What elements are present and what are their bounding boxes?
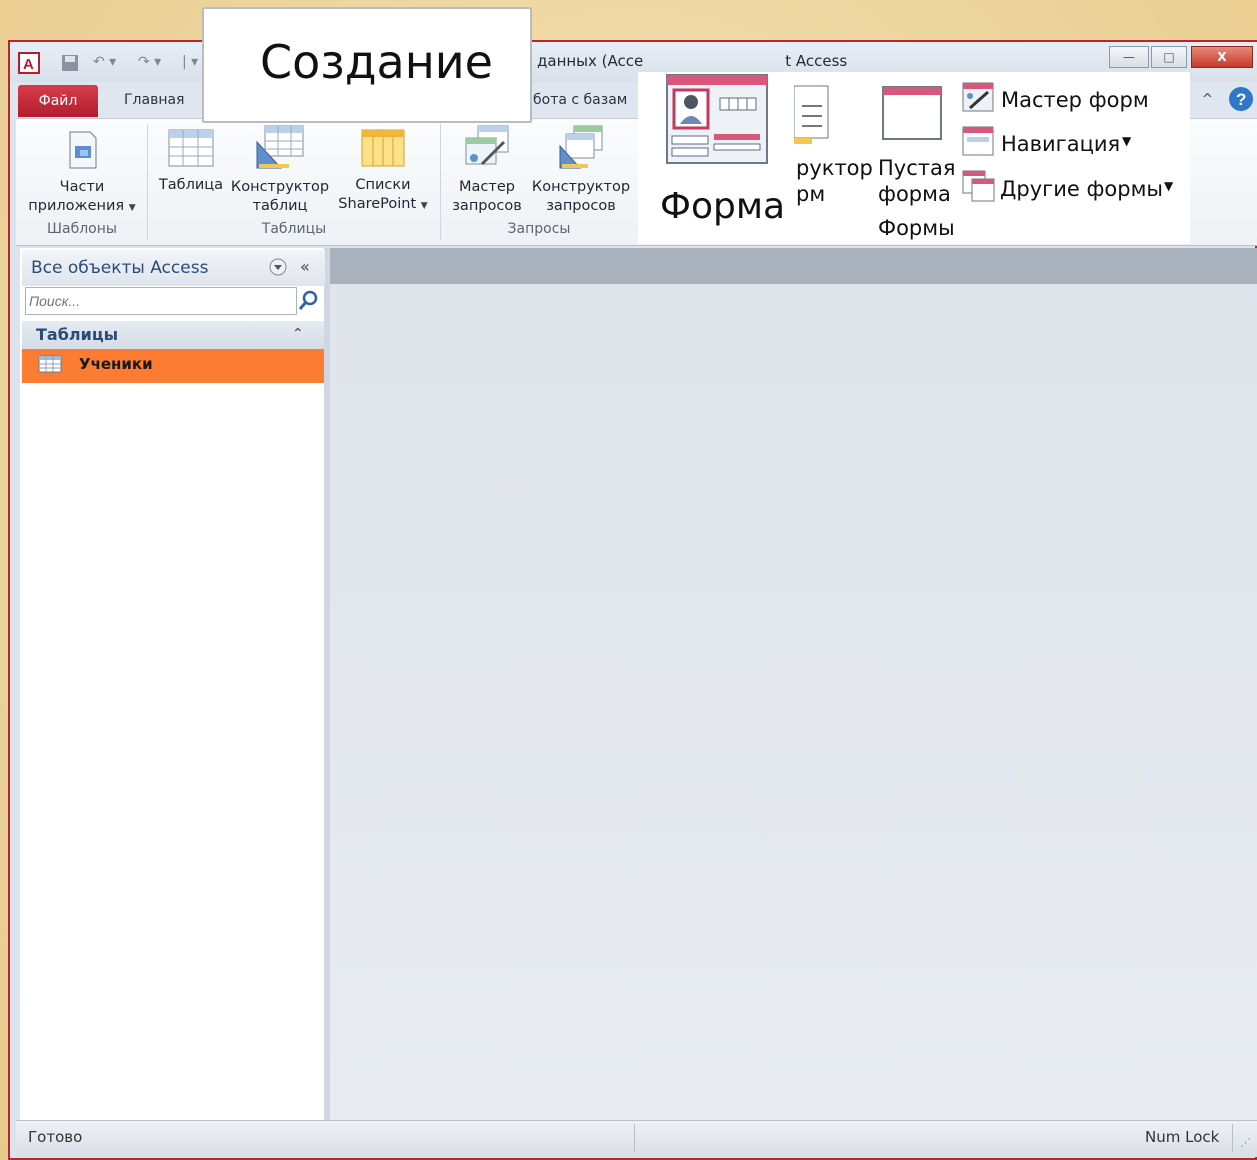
- search-icon[interactable]: [297, 289, 321, 313]
- form-design-label-2: рм: [796, 182, 826, 206]
- query-wizard-button[interactable]: Мастер запросов: [446, 124, 528, 216]
- group-label-queries: Запросы: [507, 221, 571, 237]
- table-icon: [168, 129, 214, 167]
- group-separator: [440, 124, 441, 240]
- table-icon: [38, 355, 62, 373]
- group-label-forms: Формы: [878, 216, 955, 240]
- restore-button[interactable]: □: [1151, 46, 1187, 68]
- dropdown-arrow-icon: ▼: [1164, 179, 1174, 193]
- more-forms-label: Другие формы: [1000, 177, 1163, 201]
- query-design-button[interactable]: Конструктор запросов: [530, 124, 632, 216]
- num-lock-indicator: Num Lock: [1145, 1128, 1220, 1146]
- dropdown-arrow-icon: ▼: [128, 203, 136, 213]
- status-bar: [16, 1120, 1257, 1157]
- svg-text:?: ?: [1236, 90, 1246, 109]
- redo-icon[interactable]: ↷ ▾: [138, 54, 161, 70]
- blank-form-label-1: Пустая: [878, 156, 956, 180]
- app-parts-label-2: приложения: [28, 198, 125, 214]
- access-app-icon[interactable]: A: [18, 52, 40, 74]
- more-forms-button[interactable]: Другие формы ▼: [962, 168, 1182, 204]
- status-divider: [1232, 1124, 1233, 1152]
- query-design-label-1: Конструктор: [531, 179, 631, 195]
- sharepoint-lists-button[interactable]: Списки SharePoint ▼: [334, 128, 432, 216]
- table-label: Таблица: [158, 177, 224, 193]
- nav-item-label: Ученики: [79, 355, 153, 373]
- help-icon[interactable]: ?: [1228, 86, 1254, 112]
- blank-form-label-2: форма: [878, 182, 951, 206]
- nav-item-students[interactable]: [22, 349, 324, 383]
- close-button[interactable]: X: [1191, 46, 1253, 68]
- sharepoint-lists-icon: [361, 129, 405, 167]
- collapse-pane-icon[interactable]: «: [300, 257, 310, 276]
- table-design-button[interactable]: Конструктор таблиц: [230, 124, 330, 216]
- customize-qat-icon[interactable]: | ▾: [182, 54, 198, 70]
- save-icon[interactable]: [60, 53, 80, 73]
- table-button[interactable]: Таблица: [156, 128, 226, 195]
- forms-group-callout: Форма руктор рм Пустая форма Формы Масте…: [638, 72, 1190, 244]
- blank-form-icon: [882, 86, 942, 140]
- collapse-section-icon[interactable]: ⌃: [292, 326, 304, 342]
- navigation-button[interactable]: Навигация ▼: [962, 124, 1182, 158]
- form-design-button[interactable]: руктор рм: [794, 72, 873, 244]
- table-design-label-1: Конструктор: [230, 179, 330, 195]
- dropdown-arrow-icon: ▼: [420, 201, 428, 211]
- svg-text:A: A: [23, 56, 34, 73]
- document-tab-strip: [330, 248, 1257, 284]
- query-wizard-label-1: Мастер: [459, 179, 515, 195]
- form-label: Форма: [660, 186, 786, 227]
- minimize-button[interactable]: —: [1109, 46, 1149, 68]
- nav-section-label: Таблицы: [36, 325, 119, 344]
- form-wizard-button[interactable]: Мастер форм: [962, 80, 1182, 114]
- query-wizard-label-2: запросов: [452, 198, 522, 214]
- status-text: Готово: [28, 1128, 83, 1146]
- create-tab-label: Создание: [260, 35, 493, 89]
- app-parts-icon: [69, 131, 97, 169]
- tab-database-tools[interactable]: бота с базам: [533, 92, 627, 108]
- form-wizard-icon: [962, 82, 994, 112]
- query-wizard-icon: [465, 125, 509, 166]
- undo-icon[interactable]: ↶ ▾: [93, 54, 116, 70]
- navigation-pane-title[interactable]: Все объекты Access: [31, 258, 208, 278]
- nav-menu-dropdown-icon[interactable]: [268, 257, 288, 277]
- sharepoint-lists-label-2: SharePoint: [338, 196, 417, 212]
- dropdown-arrow-icon: ▼: [1122, 134, 1132, 148]
- tab-home[interactable]: Главная: [124, 92, 184, 108]
- table-design-icon: [256, 125, 304, 169]
- resize-grip-icon[interactable]: ⋰: [1240, 1136, 1251, 1149]
- search-input[interactable]: [25, 287, 297, 315]
- group-label-tables: Таблицы: [261, 221, 327, 237]
- form-design-label-1: руктор: [796, 156, 873, 180]
- form-icon: [666, 74, 768, 164]
- form-design-icon: [794, 85, 829, 144]
- form-button[interactable]: Форма: [658, 72, 796, 244]
- document-workspace: [330, 248, 1257, 1120]
- window-title: данных (Acce t Access: [537, 52, 848, 70]
- app-parts-label-1: Части: [59, 179, 105, 195]
- minimize-ribbon-icon[interactable]: ^: [1202, 92, 1213, 107]
- table-design-label-2: таблиц: [252, 198, 308, 214]
- group-separator: [147, 124, 148, 240]
- form-wizard-label: Мастер форм: [1001, 88, 1149, 112]
- query-design-icon: [559, 125, 603, 169]
- more-forms-icon: [962, 170, 995, 202]
- query-design-label-2: запросов: [546, 198, 616, 214]
- sharepoint-lists-label-1: Списки: [355, 177, 411, 193]
- tab-file[interactable]: Файл: [18, 85, 98, 117]
- group-label-templates: Шаблоны: [47, 221, 117, 237]
- status-divider: [634, 1124, 635, 1152]
- create-tab-callout[interactable]: Создание: [202, 7, 532, 123]
- navigation-label: Навигация: [1001, 132, 1121, 156]
- app-parts-button[interactable]: Части приложения ▼: [26, 130, 138, 218]
- navigation-icon: [962, 126, 994, 156]
